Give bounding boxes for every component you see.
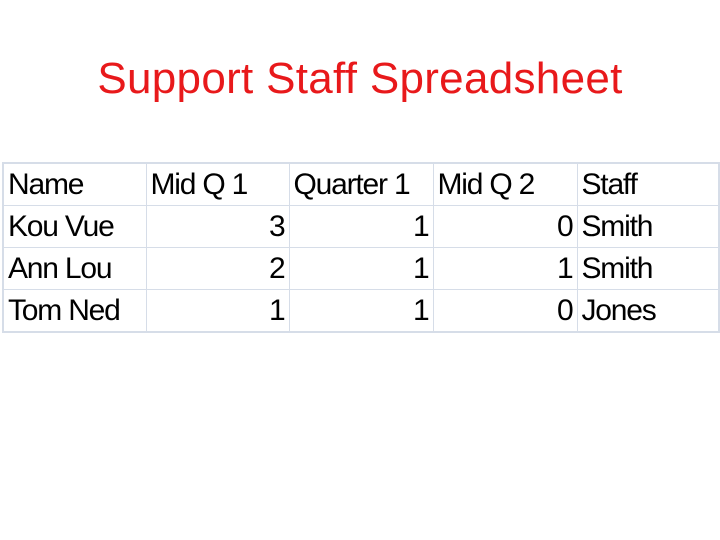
cell-mid-q1: 2	[145, 247, 290, 290]
cell-mid-q2: 1	[432, 247, 578, 290]
header-cell-staff: Staff	[576, 162, 720, 206]
header-cell-name: Name	[2, 162, 147, 206]
table-row: Ann Lou 2 1 1 Smith	[2, 247, 720, 290]
cell-mid-q1: 3	[145, 205, 290, 248]
cell-name: Tom Ned	[2, 289, 147, 333]
staff-spreadsheet: Name Mid Q 1 Quarter 1 Mid Q 2 Staff Kou…	[2, 162, 720, 333]
cell-quarter1: 1	[288, 247, 434, 290]
cell-mid-q2: 0	[432, 289, 578, 333]
cell-name: Ann Lou	[2, 247, 147, 290]
slide-title: Support Staff Spreadsheet	[97, 54, 623, 103]
cell-staff: Jones	[576, 289, 720, 333]
header-row: Name Mid Q 1 Quarter 1 Mid Q 2 Staff	[2, 162, 720, 206]
cell-staff: Smith	[576, 205, 720, 248]
cell-quarter1: 1	[288, 289, 434, 333]
table-row: Kou Vue 3 1 0 Smith	[2, 205, 720, 248]
cell-quarter1: 1	[288, 205, 434, 248]
header-cell-mid-q2: Mid Q 2	[432, 162, 578, 206]
header-cell-mid-q1: Mid Q 1	[145, 162, 290, 206]
cell-staff: Smith	[576, 247, 720, 290]
table-row: Tom Ned 1 1 0 Jones	[2, 289, 720, 333]
cell-mid-q1: 1	[145, 289, 290, 333]
cell-mid-q2: 0	[432, 205, 578, 248]
header-cell-quarter1: Quarter 1	[288, 162, 434, 206]
cell-name: Kou Vue	[2, 205, 147, 248]
